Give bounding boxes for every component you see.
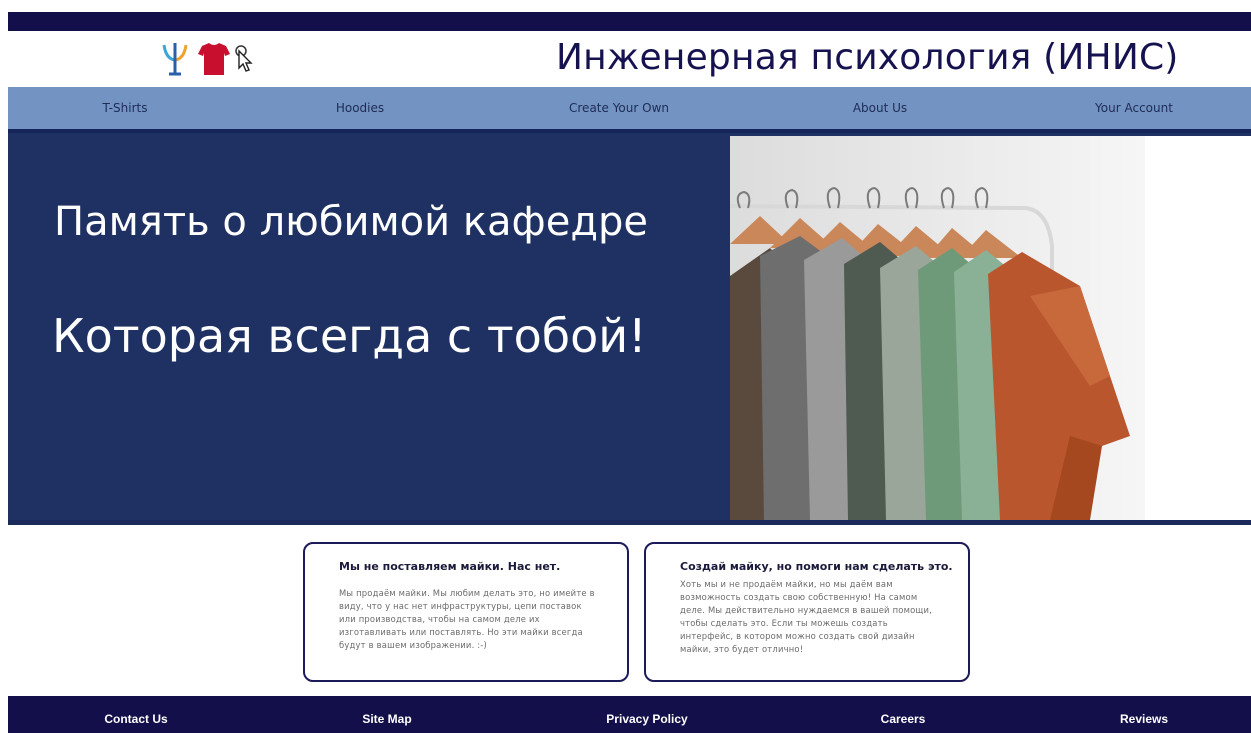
site-header: Инженерная психология (ИНИС) [8,31,1251,87]
top-strip [8,12,1251,31]
hero-subheadline: Которая всегда с тобой! [52,309,647,363]
card-body: Мы продаём майки. Мы любим делать это, н… [339,588,595,650]
tshirt-icon [198,43,230,75]
hero-headline: Память о любимой кафедре [54,199,649,245]
nav-item-tshirts[interactable]: T-Shirts [102,101,147,115]
nav-item-create-your-own[interactable]: Create Your Own [569,101,669,115]
site-footer: Contact Us Site Map Privacy Policy Caree… [8,696,1251,733]
footer-link-reviews[interactable]: Reviews [1120,712,1168,726]
nav-item-about-us[interactable]: About Us [853,101,907,115]
nav-item-hoodies[interactable]: Hoodies [336,101,384,115]
psi-icon [162,43,188,76]
nav-item-your-account[interactable]: Your Account [1095,101,1173,115]
footer-link-privacy-policy[interactable]: Privacy Policy [606,712,687,726]
footer-link-site-map[interactable]: Site Map [362,712,411,726]
info-cards: Мы не поставляем майки. Нас нет. Мы прод… [8,525,1251,696]
card-title: Мы не поставляем майки. Нас нет. [339,560,561,573]
page: Инженерная психология (ИНИС) T-Shirts Ho… [8,12,1251,733]
footer-link-contact-us[interactable]: Contact Us [104,712,167,726]
footer-link-careers[interactable]: Careers [881,712,926,726]
info-card-no-shipping: Мы не поставляем майки. Нас нет. Мы прод… [303,542,629,682]
site-title: Инженерная психология (ИНИС) [556,37,1179,78]
info-card-create-shirt: Создай майку, но помоги нам сделать это.… [644,542,970,682]
card-body: Хоть мы и не продаём майки, но мы даём в… [680,579,933,654]
clothes-rack-image [730,136,1251,520]
main-nav: T-Shirts Hoodies Create Your Own About U… [8,87,1251,129]
site-logo[interactable] [162,39,262,79]
card-title: Создай майку, но помоги нам сделать это. [680,560,953,573]
hero-banner: Память о любимой кафедре Которая всегда … [8,129,1251,525]
hero-divider [8,129,1251,133]
cursor-click-icon [235,45,253,72]
